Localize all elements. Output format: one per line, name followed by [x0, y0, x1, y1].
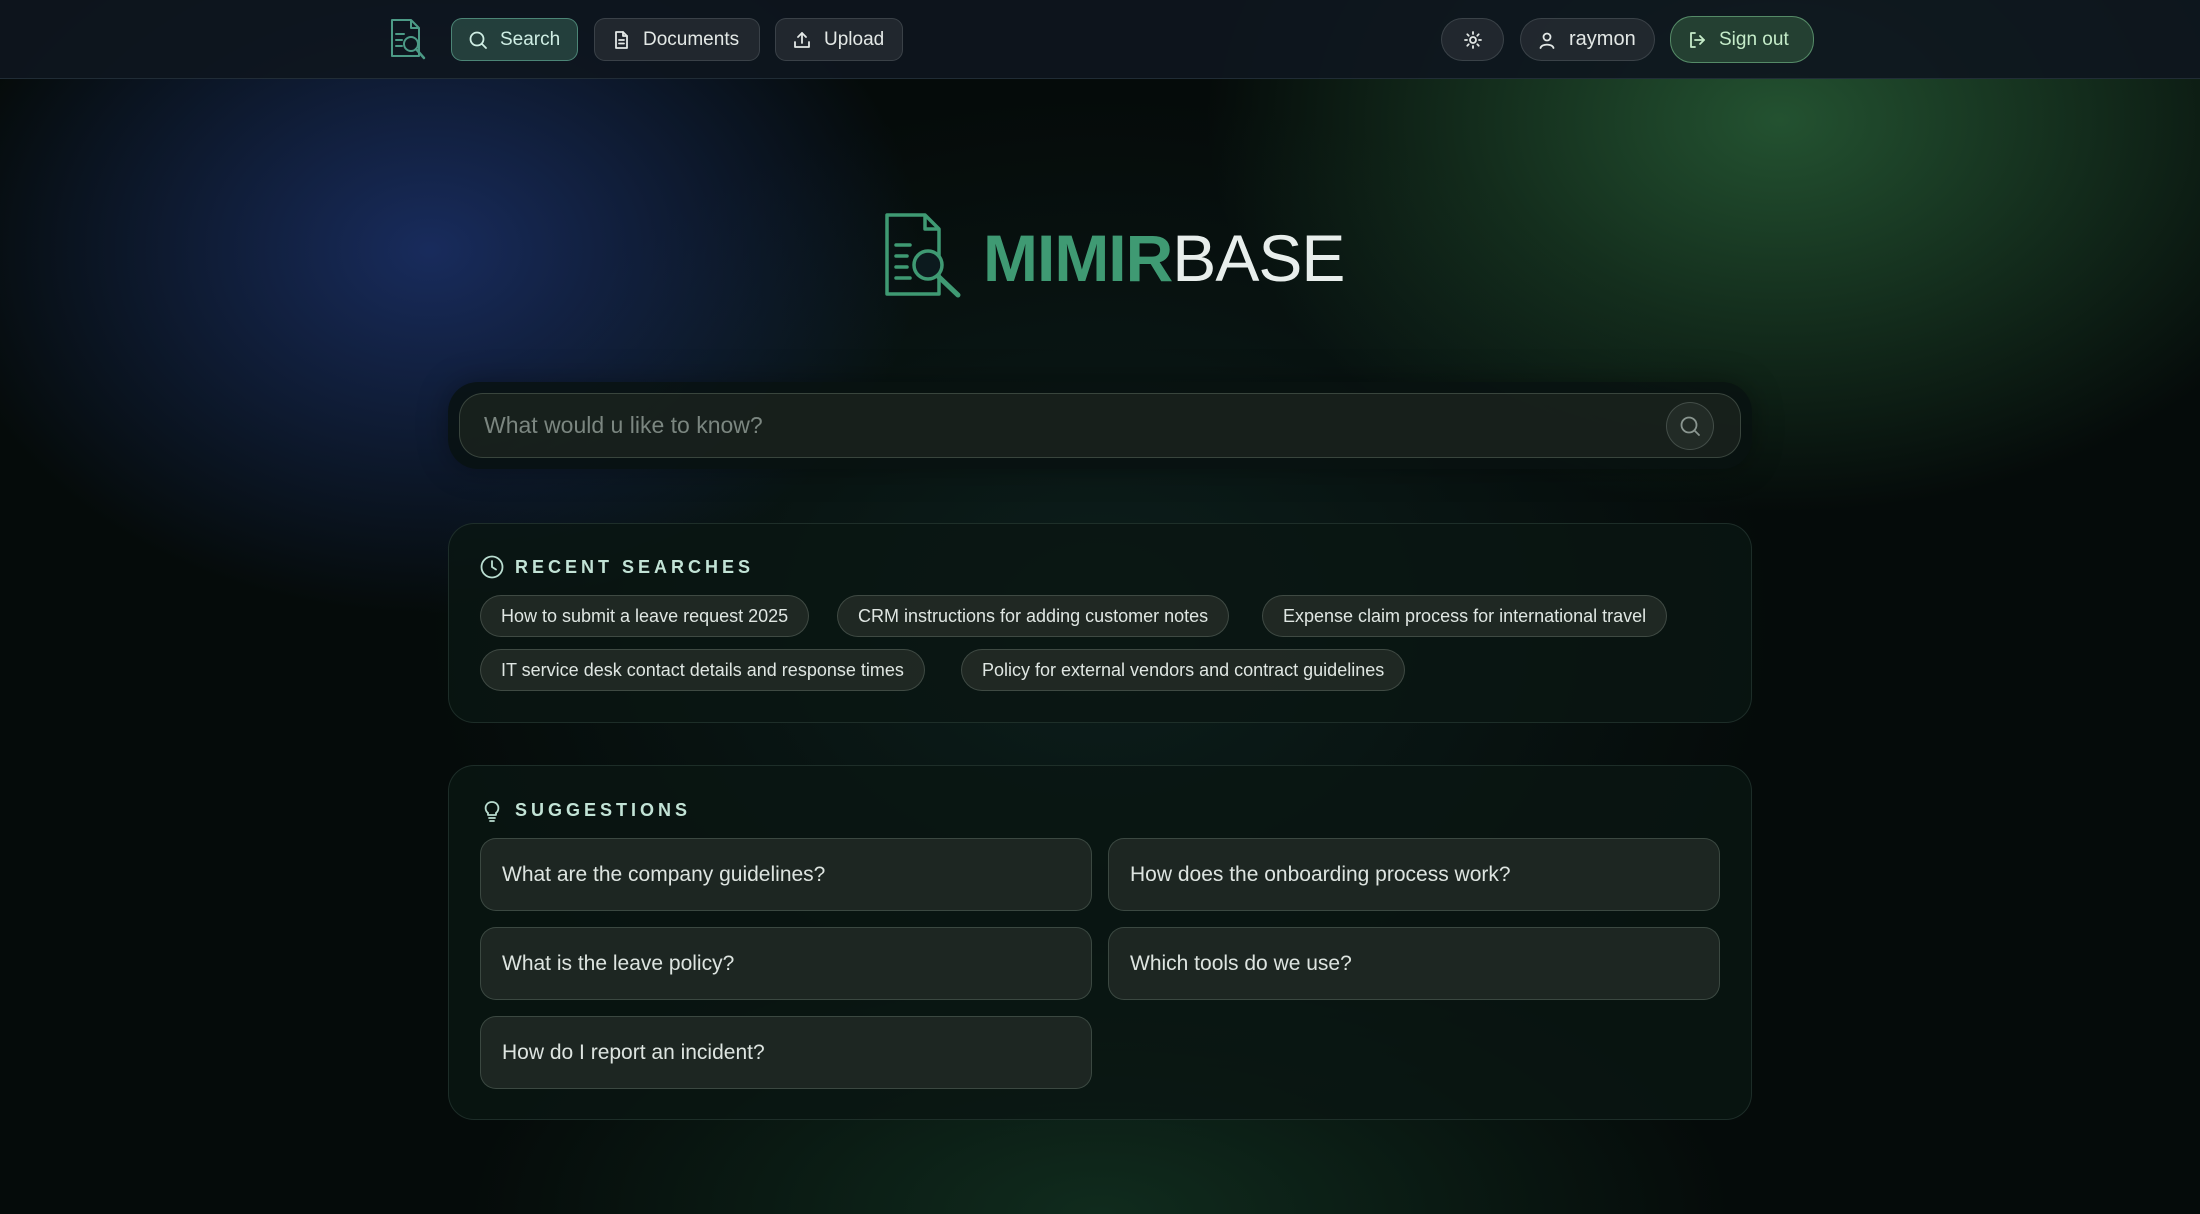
suggestion-card[interactable]: How do I report an incident?	[480, 1016, 1092, 1089]
recent-searches-title: RECENT SEARCHES	[515, 556, 755, 577]
search-bar	[459, 393, 1741, 458]
theme-toggle-button[interactable]	[1441, 18, 1504, 61]
search-icon	[469, 31, 487, 49]
recent-searches-header: RECENT SEARCHES	[479, 554, 754, 580]
recent-search-chip[interactable]: Policy for external vendors and contract…	[961, 649, 1406, 691]
mimirbase-logo-icon	[885, 213, 961, 298]
sign-out-label: Sign out	[1719, 28, 1789, 50]
search-icon	[1680, 416, 1700, 436]
suggestions-title: SUGGESTIONS	[515, 799, 692, 820]
recent-search-chip[interactable]: How to submit a leave request 2025	[480, 595, 810, 637]
user-menu-button[interactable]: raymon	[1520, 18, 1655, 61]
recent-search-chip[interactable]: Expense claim process for international …	[1262, 595, 1668, 637]
brand-strong: MIMIR	[983, 221, 1173, 295]
suggestions-panel: SUGGESTIONS What are the company guideli…	[448, 765, 1752, 1120]
recent-searches-panel: RECENT SEARCHES How to submit a leave re…	[448, 523, 1752, 723]
lightbulb-icon	[484, 801, 500, 822]
nav-search-label: Search	[500, 28, 561, 50]
clock-icon	[480, 555, 504, 579]
sign-out-icon	[1690, 31, 1705, 48]
recent-search-chip[interactable]: IT service desk contact details and resp…	[480, 649, 925, 691]
recent-search-chip[interactable]: CRM instructions for adding customer not…	[837, 595, 1230, 637]
search-submit-button[interactable]	[1666, 402, 1714, 450]
brand-light: BASE	[1172, 221, 1345, 295]
user-icon	[1539, 32, 1555, 49]
nav-documents-label: Documents	[643, 28, 740, 50]
sign-out-button[interactable]: Sign out	[1670, 16, 1814, 63]
suggestion-card[interactable]: What are the company guidelines?	[480, 838, 1092, 911]
nav-upload-label: Upload	[824, 28, 885, 50]
app-logo-icon[interactable]	[384, 16, 430, 62]
suggestions-header: SUGGESTIONS	[479, 797, 691, 823]
nav-upload-button[interactable]: Upload	[775, 18, 903, 61]
search-input[interactable]	[484, 394, 1644, 457]
document-icon	[615, 30, 628, 49]
suggestion-card[interactable]: How does the onboarding process work?	[1108, 838, 1720, 911]
top-nav: Search Documents Upload raymon Sign out	[0, 0, 2200, 79]
sun-icon	[1463, 30, 1482, 49]
brand-wordmark: MIMIR BASE	[983, 218, 1345, 298]
suggestion-card[interactable]: Which tools do we use?	[1108, 927, 1720, 1000]
upload-icon	[794, 31, 810, 48]
username: raymon	[1569, 28, 1636, 50]
nav-documents-button[interactable]: Documents	[594, 18, 760, 61]
nav-search-button[interactable]: Search	[451, 18, 578, 61]
suggestion-card[interactable]: What is the leave policy?	[480, 927, 1092, 1000]
